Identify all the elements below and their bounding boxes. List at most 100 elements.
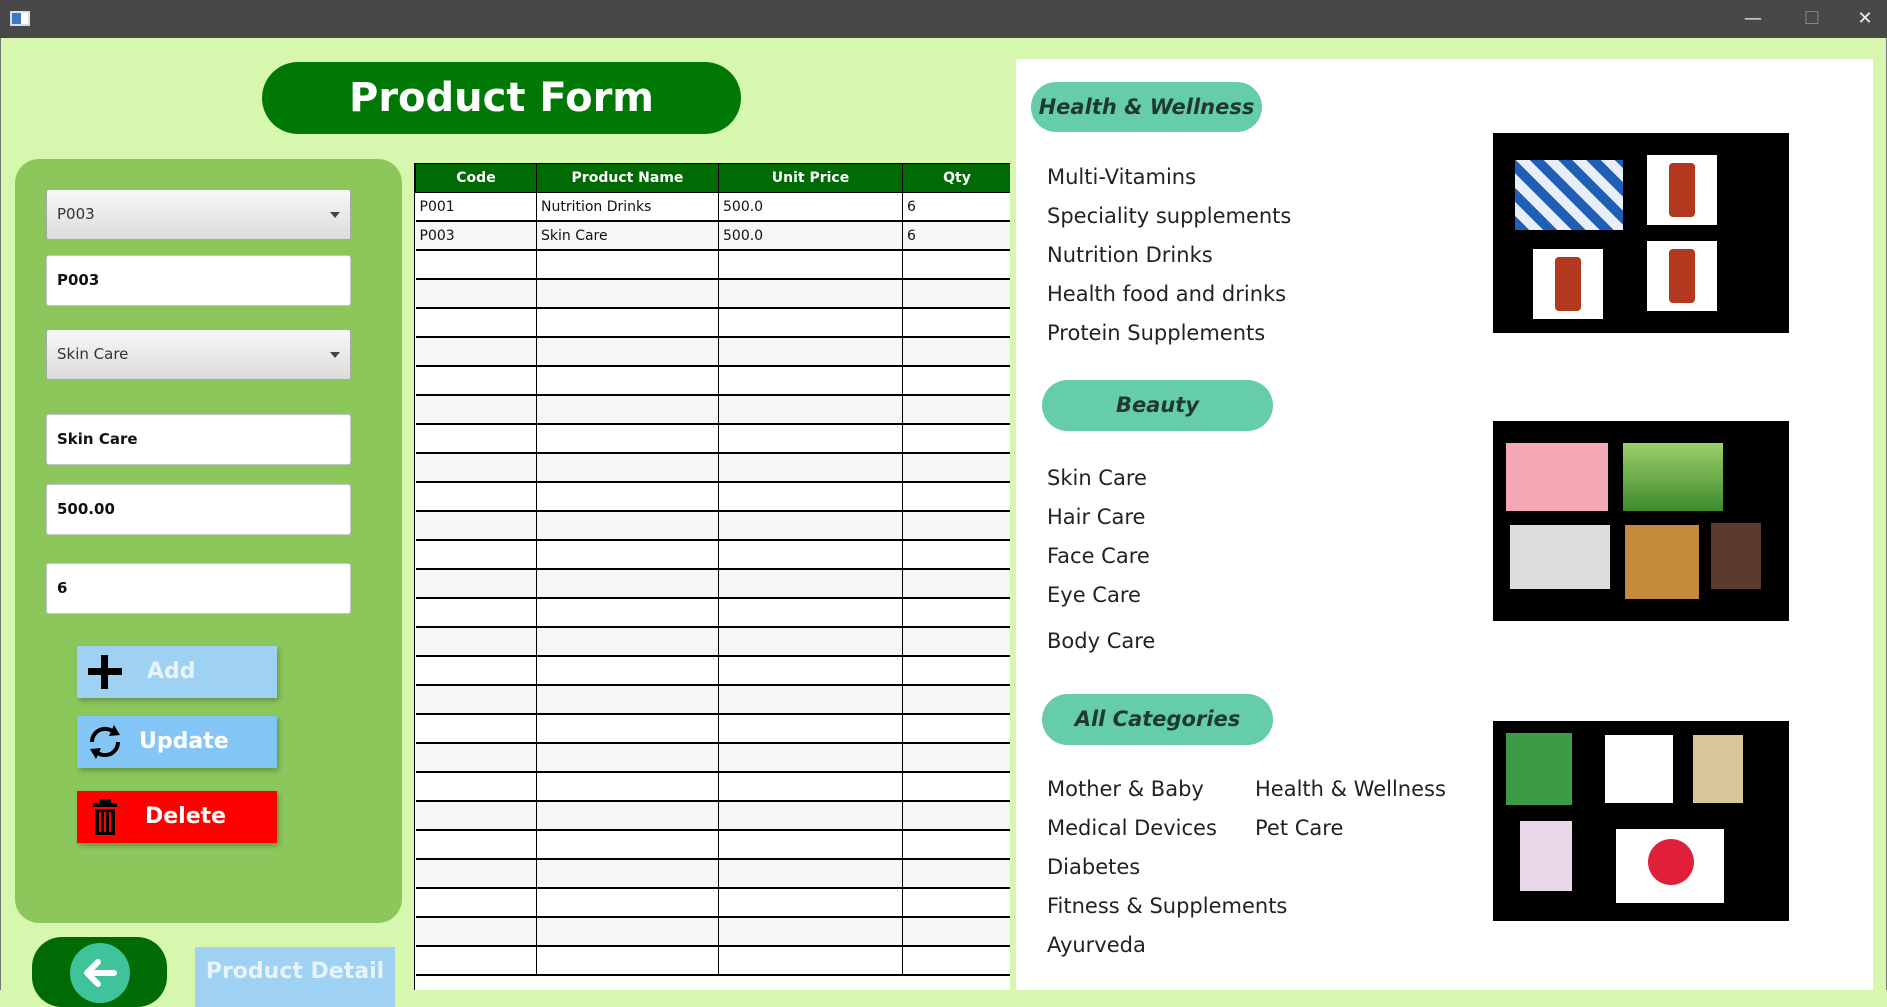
table-cell xyxy=(902,453,1010,483)
beauty-category[interactable]: Beauty xyxy=(1042,380,1273,431)
table-cell xyxy=(536,946,719,976)
list-item[interactable]: Body Care xyxy=(1047,629,1155,668)
table-row[interactable] xyxy=(415,830,1010,860)
table-cell xyxy=(902,714,1010,744)
table-row[interactable] xyxy=(415,685,1010,715)
product-name-combo[interactable]: Skin Care xyxy=(46,329,351,380)
list-item[interactable]: Face Care xyxy=(1047,544,1155,583)
list-item[interactable]: Hair Care xyxy=(1047,505,1155,544)
all-categories-col1: Mother & Baby Medical Devices Diabetes F… xyxy=(1047,777,1287,972)
table-cell xyxy=(536,830,719,860)
table-row[interactable] xyxy=(415,772,1010,802)
column-header-code[interactable]: Code xyxy=(415,163,537,193)
table-cell: 500.0 xyxy=(718,221,903,251)
add-button[interactable]: Add xyxy=(77,646,277,698)
list-item[interactable]: Medical Devices xyxy=(1047,816,1287,855)
list-item[interactable]: Multi-Vitamins xyxy=(1047,165,1291,204)
table-cell xyxy=(415,627,537,657)
product-name-field[interactable]: Skin Care xyxy=(46,414,351,465)
table-cell xyxy=(536,743,719,773)
table-cell xyxy=(718,830,903,860)
unit-price-field[interactable]: 500.00 xyxy=(46,484,351,535)
list-item[interactable]: Pet Care xyxy=(1255,816,1446,855)
table-row[interactable] xyxy=(415,366,1010,396)
delete-button-label: Delete xyxy=(145,804,227,829)
table-row[interactable] xyxy=(415,627,1010,657)
plus-icon xyxy=(88,655,122,689)
table-row[interactable] xyxy=(415,714,1010,744)
product-code-combo[interactable]: P003 xyxy=(46,189,351,240)
table-cell xyxy=(718,627,903,657)
table-cell xyxy=(536,685,719,715)
table-cell xyxy=(718,801,903,831)
list-item[interactable]: Skin Care xyxy=(1047,466,1155,505)
table-row[interactable] xyxy=(415,569,1010,599)
table-row[interactable] xyxy=(415,946,1010,976)
health-wellness-category[interactable]: Health & Wellness xyxy=(1031,82,1262,132)
list-item[interactable]: Eye Care xyxy=(1047,583,1155,629)
table-row[interactable] xyxy=(415,453,1010,483)
table-cell xyxy=(902,279,1010,309)
table-row[interactable] xyxy=(415,656,1010,686)
quantity-field[interactable]: 6 xyxy=(46,563,351,614)
table-row[interactable] xyxy=(415,888,1010,918)
health-products-image xyxy=(1493,133,1789,333)
list-item[interactable]: Diabetes xyxy=(1047,855,1287,894)
table-row[interactable] xyxy=(415,598,1010,628)
skin-care-image xyxy=(1506,443,1608,511)
table-cell xyxy=(718,511,903,541)
table-cell xyxy=(718,598,903,628)
table-row[interactable] xyxy=(415,424,1010,454)
table-row[interactable] xyxy=(415,859,1010,889)
list-item[interactable]: Mother & Baby xyxy=(1047,777,1287,816)
table-row[interactable] xyxy=(415,308,1010,338)
table-cell xyxy=(415,685,537,715)
list-item[interactable]: Health food and drinks xyxy=(1047,282,1291,321)
list-item[interactable]: Fitness & Supplements xyxy=(1047,894,1287,933)
delete-button[interactable]: Delete xyxy=(77,791,277,843)
table-row[interactable] xyxy=(415,743,1010,773)
table-row[interactable] xyxy=(415,250,1010,280)
table-row[interactable] xyxy=(415,482,1010,512)
column-header-unit-price[interactable]: Unit Price xyxy=(718,163,903,193)
table-cell xyxy=(415,598,537,628)
all-categories[interactable]: All Categories xyxy=(1042,694,1273,745)
table-row[interactable] xyxy=(415,511,1010,541)
maximize-button[interactable]: ☐ xyxy=(1787,4,1837,34)
table-row[interactable] xyxy=(415,279,1010,309)
table-cell xyxy=(415,482,537,512)
table-row[interactable] xyxy=(415,395,1010,425)
table-body: P001 Nutrition Drinks 500.0 6 P003 Skin Care 5… xyxy=(415,192,1010,976)
product-table[interactable]: Code Product Name Unit Price Qty P001 Nutrit… xyxy=(414,163,1010,990)
back-button[interactable] xyxy=(32,937,167,1007)
chevron-down-icon xyxy=(330,352,340,358)
list-item[interactable]: Protein Supplements xyxy=(1047,321,1291,360)
table-row[interactable] xyxy=(415,801,1010,831)
table-cell: Nutrition Drinks xyxy=(536,192,719,222)
table-cell xyxy=(902,772,1010,802)
list-item[interactable]: Health & Wellness xyxy=(1255,777,1446,816)
product-detail-button[interactable]: Product Detail xyxy=(195,947,395,1007)
close-button[interactable]: ✕ xyxy=(1840,4,1887,34)
list-item[interactable]: Speciality supplements xyxy=(1047,204,1291,243)
product-code-field[interactable]: P003 xyxy=(46,255,351,306)
list-item[interactable]: Ayurveda xyxy=(1047,933,1287,972)
table-cell xyxy=(536,917,719,947)
all-products-image xyxy=(1493,721,1789,921)
table-row[interactable]: P001 Nutrition Drinks 500.0 6 xyxy=(415,192,1010,222)
supplement-bottle-image xyxy=(1647,155,1717,225)
table-cell xyxy=(718,917,903,947)
update-button[interactable]: Update xyxy=(77,716,277,768)
column-header-qty[interactable]: Qty xyxy=(902,163,1010,193)
list-item[interactable]: Nutrition Drinks xyxy=(1047,243,1291,282)
table-row[interactable] xyxy=(415,540,1010,570)
table-row[interactable] xyxy=(415,917,1010,947)
column-header-product-name[interactable]: Product Name xyxy=(536,163,719,193)
table-row[interactable]: P003 Skin Care 500.0 6 xyxy=(415,221,1010,251)
table-cell xyxy=(718,250,903,280)
table-cell: 6 xyxy=(902,192,1010,222)
table-row[interactable] xyxy=(415,337,1010,367)
minimize-button[interactable]: — xyxy=(1728,4,1778,34)
table-cell xyxy=(718,685,903,715)
table-cell xyxy=(718,656,903,686)
